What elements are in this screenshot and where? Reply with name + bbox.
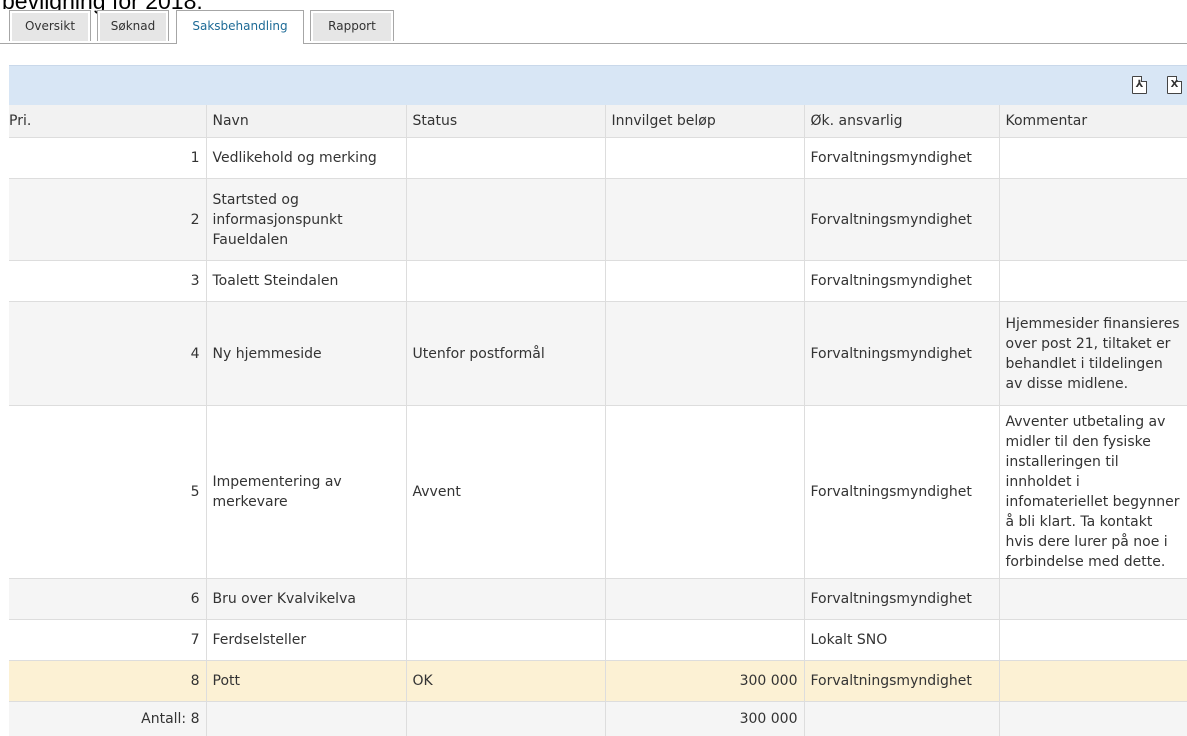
cell-pri: 1 (9, 137, 206, 179)
saksbehandling-table: Pri. Navn Status Innvilget beløp Øk. ans… (9, 105, 1187, 736)
cell-kommentar (998, 578, 1187, 620)
column-header-navn[interactable]: Navn (205, 105, 406, 138)
cell-status: Avvent (405, 405, 605, 579)
cell-ansvarlig: Forvaltningsmyndighet (803, 137, 999, 179)
cell-ansvarlig: Forvaltningsmyndighet (803, 660, 999, 702)
cell-ansvarlig: Forvaltningsmyndighet (803, 301, 999, 406)
cell-status: OK (405, 660, 605, 702)
table-row[interactable]: 7 Ferdselsteller Lokalt SNO (9, 619, 1187, 661)
cell-navn: Startsted og informasjonspunkt Faueldale… (205, 178, 406, 261)
table-row[interactable]: 4 Ny hjemmeside Utenfor postformål Forva… (9, 301, 1187, 406)
cell-ansvarlig: Forvaltningsmyndighet (803, 260, 999, 302)
cell-status (405, 178, 605, 261)
cell-status (405, 619, 605, 661)
cell-status: Utenfor postformål (405, 301, 605, 406)
column-header-ansvarlig[interactable]: Øk. ansvarlig (803, 105, 999, 138)
cell-kommentar (998, 137, 1187, 179)
cell-pri: 3 (9, 260, 206, 302)
cell-status (405, 137, 605, 179)
cell-navn: Impementering av merkevare (205, 405, 406, 579)
table-header-row: Pri. Navn Status Innvilget beløp Øk. ans… (9, 105, 1187, 138)
table-row[interactable]: 6 Bru over Kvalvikelva Forvaltningsmyndi… (9, 578, 1187, 620)
cell-belop (604, 301, 804, 406)
column-header-pri[interactable]: Pri. (9, 105, 206, 138)
cell-belop (604, 619, 804, 661)
footer-antall: Antall: 8 (9, 701, 206, 736)
cell-kommentar: Hjemmesider finansieres over post 21, ti… (998, 301, 1187, 406)
cell-belop (604, 178, 804, 261)
cell-navn: Pott (205, 660, 406, 702)
table-row[interactable]: 5 Impementering av merkevare Avvent Forv… (9, 405, 1187, 579)
footer-empty (998, 701, 1187, 736)
cell-pri: 2 (9, 178, 206, 261)
cell-belop (604, 405, 804, 579)
cell-navn: Vedlikehold og merking (205, 137, 406, 179)
cell-pri: 5 (9, 405, 206, 579)
cell-pri: 7 (9, 619, 206, 661)
table-row[interactable]: 1 Vedlikehold og merking Forvaltningsmyn… (9, 137, 1187, 179)
cell-pri: 6 (9, 578, 206, 620)
cell-ansvarlig: Forvaltningsmyndighet (803, 178, 999, 261)
tab-rapport[interactable]: Rapport (310, 10, 394, 41)
cell-ansvarlig: Forvaltningsmyndighet (803, 405, 999, 579)
tab-oversikt[interactable]: Oversikt (9, 10, 91, 41)
table-footer-row: Antall: 8 300 000 (9, 701, 1187, 736)
tab-saksbehandling[interactable]: Saksbehandling (176, 10, 304, 44)
tab-bar: Oversikt Søknad Saksbehandling Rapport (0, 10, 1187, 44)
excel-export-icon[interactable]: X (1167, 76, 1182, 94)
cell-pri: 8 (9, 660, 206, 702)
cell-navn: Ferdselsteller (205, 619, 406, 661)
cell-kommentar: Avventer utbetaling av midler til den fy… (998, 405, 1187, 579)
cell-kommentar (998, 619, 1187, 661)
cell-status (405, 260, 605, 302)
excel-glyph: X (1170, 79, 1179, 90)
column-header-belop[interactable]: Innvilget beløp (604, 105, 804, 138)
cell-belop (604, 578, 804, 620)
cell-belop (604, 137, 804, 179)
cell-kommentar (998, 260, 1187, 302)
column-header-status[interactable]: Status (405, 105, 605, 138)
cell-ansvarlig: Lokalt SNO (803, 619, 999, 661)
footer-empty (205, 701, 406, 736)
cell-kommentar (998, 178, 1187, 261)
column-header-kommentar[interactable]: Kommentar (998, 105, 1187, 138)
table-row-highlighted[interactable]: 8 Pott OK 300 000 Forvaltningsmyndighet (9, 660, 1187, 702)
cell-belop (604, 260, 804, 302)
table-row[interactable]: 3 Toalett Steindalen Forvaltningsmyndigh… (9, 260, 1187, 302)
footer-empty (405, 701, 605, 736)
cell-kommentar (998, 660, 1187, 702)
cell-navn: Bru over Kvalvikelva (205, 578, 406, 620)
cell-navn: Ny hjemmeside (205, 301, 406, 406)
footer-total-belop: 300 000 (604, 701, 804, 736)
grid-toolbar: ⅄ X (9, 65, 1187, 106)
tab-soknad[interactable]: Søknad (97, 10, 169, 41)
table-row[interactable]: 2 Startsted og informasjonspunkt Fauelda… (9, 178, 1187, 261)
pdf-glyph: ⅄ (1135, 79, 1144, 90)
cell-status (405, 578, 605, 620)
cell-ansvarlig: Forvaltningsmyndighet (803, 578, 999, 620)
cell-navn: Toalett Steindalen (205, 260, 406, 302)
cell-pri: 4 (9, 301, 206, 406)
footer-empty (803, 701, 999, 736)
cell-belop: 300 000 (604, 660, 804, 702)
pdf-export-icon[interactable]: ⅄ (1132, 76, 1147, 94)
